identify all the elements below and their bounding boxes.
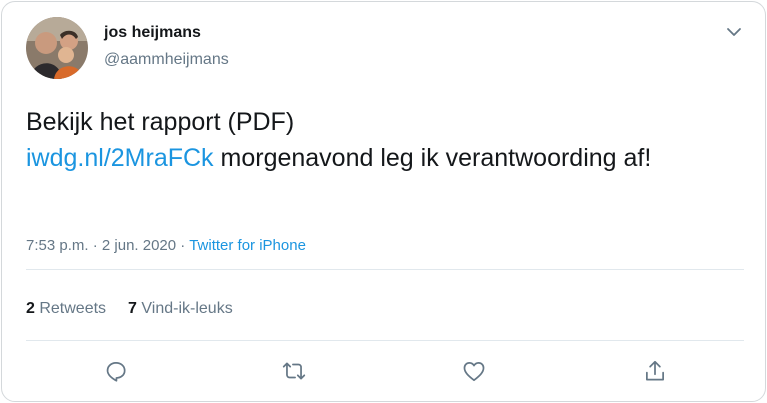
tweet-card: jos heijmans @aammheijmans Bekijk het ra…	[1, 1, 766, 402]
author-name[interactable]: jos heijmans	[104, 24, 201, 42]
tweet-stats: 2 Retweets 7 Vind-ik-leuks	[26, 300, 255, 318]
action-bar	[2, 354, 767, 388]
retweets-count: 2	[26, 300, 35, 317]
divider	[26, 340, 744, 341]
retweets-stat[interactable]: 2 Retweets	[26, 300, 106, 318]
chevron-down-icon[interactable]	[724, 22, 744, 42]
avatar-photo	[26, 17, 88, 79]
retweet-icon[interactable]	[281, 358, 307, 384]
tweet-link[interactable]: iwdg.nl/2MraFCk	[26, 144, 214, 172]
likes-label: Vind-ik-leuks	[136, 300, 233, 317]
avatar[interactable]	[26, 17, 88, 79]
tweet-date[interactable]: 2 jun. 2020	[102, 237, 176, 254]
divider	[26, 269, 744, 270]
tweet-line-2: iwdg.nl/2MraFCk morgenavond leg ik veran…	[26, 140, 746, 176]
tweet-line-1: Bekijk het rapport (PDF)	[26, 108, 295, 136]
likes-stat[interactable]: 7 Vind-ik-leuks	[128, 300, 233, 318]
meta-separator: ·	[176, 237, 190, 254]
tweet-text: Bekijk het rapport (PDF) iwdg.nl/2MraFCk…	[26, 104, 746, 176]
retweets-label: Retweets	[34, 300, 107, 317]
tweet-meta: 7:53 p.m. · 2 jun. 2020 · Twitter for iP…	[26, 237, 306, 254]
tweet-source[interactable]: Twitter for iPhone	[189, 237, 306, 254]
heart-icon[interactable]	[461, 358, 487, 384]
reply-icon[interactable]	[103, 358, 129, 384]
likes-count: 7	[128, 300, 137, 317]
author-handle[interactable]: @aammheijmans	[104, 51, 229, 69]
tweet-text-rest: morgenavond leg ik verantwoording af!	[213, 144, 652, 172]
share-icon[interactable]	[642, 358, 668, 384]
meta-separator: ·	[88, 237, 102, 254]
tweet-time[interactable]: 7:53 p.m.	[26, 237, 89, 254]
